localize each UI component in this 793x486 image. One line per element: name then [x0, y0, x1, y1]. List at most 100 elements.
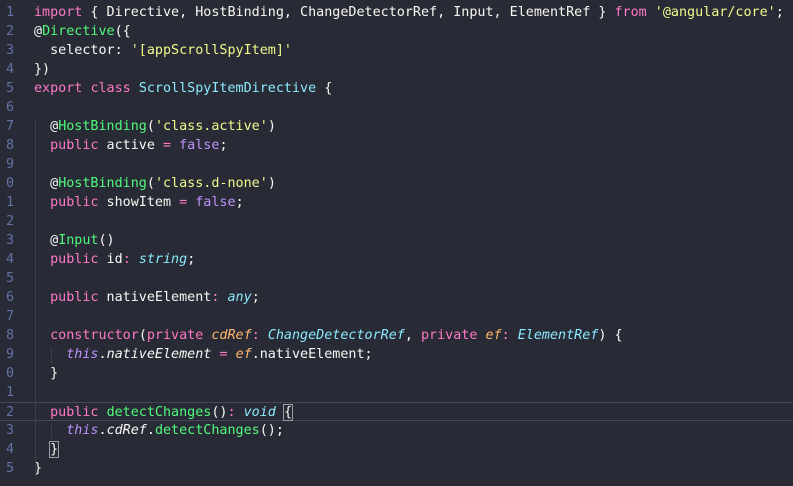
- code-editor[interactable]: 1 import { Directive, HostBinding, Change…: [0, 0, 793, 486]
- code-line-current[interactable]: 2 public detectChanges(): void {: [0, 402, 793, 421]
- code-line[interactable]: 1: [0, 383, 793, 402]
- code-token: ef: [235, 347, 252, 362]
- code-token: this: [66, 423, 99, 438]
- code-token: ;: [775, 5, 784, 20]
- code-token: public: [50, 405, 99, 420]
- line-code: selector: '[appScrollSpyItem]': [34, 41, 292, 60]
- line-number: 5: [5, 461, 14, 476]
- code-token: @: [34, 119, 59, 134]
- code-token: nativeElement: [106, 347, 212, 362]
- code-line[interactable]: 4 public id: string;: [0, 250, 793, 269]
- code-line[interactable]: 3 @Input(): [0, 231, 793, 250]
- code-token: active: [98, 138, 163, 153]
- code-token: }): [34, 62, 51, 77]
- line-code: public id: string;: [34, 250, 195, 269]
- line-code: constructor(private cdRef: ChangeDetecto…: [34, 326, 623, 345]
- code-line[interactable]: 5 export class ScrollSpyItemDirective {: [0, 79, 793, 98]
- code-line[interactable]: 2: [0, 212, 793, 231]
- line-code: }): [34, 60, 50, 79]
- code-line[interactable]: 7: [0, 307, 793, 326]
- code-line[interactable]: 0 @HostBinding('class.d-none'): [0, 174, 793, 193]
- code-token: HostBinding: [58, 176, 147, 191]
- code-token: (): [98, 233, 115, 248]
- line-number: 2: [5, 24, 14, 39]
- code-token: public: [50, 290, 99, 305]
- code-token: ): [267, 176, 276, 191]
- code-line[interactable]: 4 }: [0, 440, 793, 459]
- code-token: public: [50, 138, 99, 153]
- indent-guide: [51, 423, 52, 439]
- line-number: 1: [5, 195, 14, 210]
- code-token: ,: [404, 328, 421, 343]
- line-code: this.cdRef.detectChanges();: [34, 421, 284, 440]
- code-token: export: [34, 81, 83, 96]
- line-code: @Input(): [34, 231, 115, 250]
- code-line[interactable]: 9: [0, 155, 793, 174]
- line-code: @HostBinding('class.active'): [34, 117, 276, 136]
- code-token: 'class.active': [154, 119, 268, 134]
- code-token: cdRef: [106, 423, 147, 438]
- code-token: public: [50, 195, 99, 210]
- code-line[interactable]: 2 @Directive({: [0, 22, 793, 41]
- code-line[interactable]: 3 selector: '[appScrollSpyItem]': [0, 41, 793, 60]
- line-number: 2: [5, 405, 14, 420]
- code-token: Directive: [42, 24, 115, 39]
- code-token: =: [179, 195, 188, 210]
- indent-guide: [35, 120, 36, 476]
- code-token: ): [267, 119, 276, 134]
- code-token: this: [66, 347, 99, 362]
- code-token: (): [211, 405, 228, 420]
- code-line[interactable]: 1 import { Directive, HostBinding, Change…: [0, 3, 793, 22]
- code-token: detectChanges: [154, 423, 260, 438]
- line-code: public detectChanges(): void {: [34, 403, 294, 422]
- code-token: void: [243, 405, 276, 420]
- code-token: from: [614, 5, 647, 20]
- code-line[interactable]: 6 public nativeElement: any;: [0, 288, 793, 307]
- line-code: @HostBinding('class.d-none'): [34, 174, 276, 193]
- code-token: ();: [259, 423, 284, 438]
- code-line[interactable]: 7 @HostBinding('class.active'): [0, 117, 793, 136]
- code-line[interactable]: 5: [0, 269, 793, 288]
- code-token: constructor: [50, 328, 139, 343]
- code-line[interactable]: 8 public active = false;: [0, 136, 793, 155]
- code-token: (: [138, 328, 147, 343]
- code-line[interactable]: 4}): [0, 60, 793, 79]
- line-number: 0: [5, 366, 14, 381]
- code-token: ) {: [598, 328, 623, 343]
- line-number: 7: [5, 119, 14, 134]
- code-token: ;: [187, 252, 196, 267]
- code-token: :: [501, 328, 510, 343]
- line-code: public showItem = false;: [34, 193, 244, 212]
- line-number: 8: [5, 138, 14, 153]
- code-line[interactable]: 9 this.nativeElement = ef.nativeElement;: [0, 345, 793, 364]
- code-token: ;: [219, 138, 228, 153]
- code-line[interactable]: 0 }: [0, 364, 793, 383]
- code-line[interactable]: 5}: [0, 459, 793, 478]
- line-number: 3: [5, 423, 14, 438]
- code-token: {: [282, 404, 294, 421]
- code-line[interactable]: 3 this.cdRef.detectChanges();: [0, 421, 793, 440]
- code-line[interactable]: 1 public showItem = false;: [0, 193, 793, 212]
- line-number: 1: [5, 385, 14, 400]
- line-number: 5: [5, 81, 14, 96]
- code-line[interactable]: 8 constructor(private cdRef: ChangeDetec…: [0, 326, 793, 345]
- line-number: 3: [5, 43, 14, 58]
- code-line[interactable]: 6: [0, 98, 793, 117]
- code-token: class: [90, 81, 131, 96]
- code-token: @: [34, 176, 59, 191]
- code-token: @: [34, 233, 59, 248]
- code-token: (: [146, 119, 155, 134]
- code-token: any: [227, 290, 252, 305]
- code-token: '[appScrollSpyItem]': [130, 43, 292, 58]
- line-code: }: [34, 364, 58, 383]
- line-number: 5: [5, 271, 14, 286]
